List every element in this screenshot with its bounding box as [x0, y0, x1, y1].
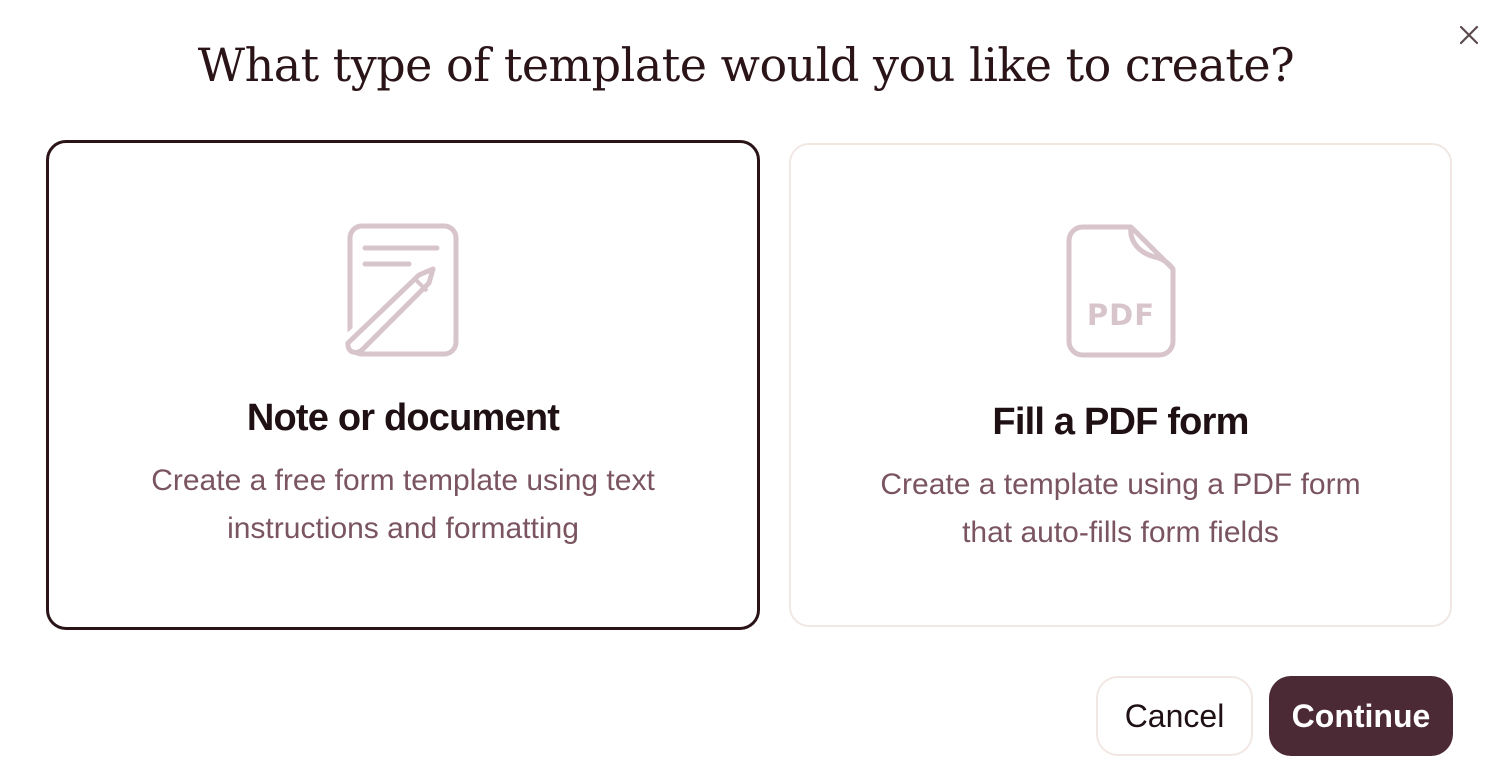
option-card-fill-pdf-form[interactable]: PDF Fill a PDF form Create a template us…: [789, 143, 1452, 627]
option-title: Fill a PDF form: [992, 401, 1249, 443]
continue-button[interactable]: Continue: [1269, 676, 1453, 756]
option-description: Create a free form template using text i…: [151, 464, 655, 545]
pdf-file-icon: PDF: [1065, 223, 1177, 366]
option-title: Note or document: [246, 397, 560, 439]
cancel-button[interactable]: Cancel: [1096, 676, 1253, 756]
svg-text:PDF: PDF: [1086, 298, 1154, 332]
document-pencil-icon: [345, 221, 461, 364]
option-card-note-or-document[interactable]: Note or document Create a free form temp…: [46, 140, 760, 630]
template-type-dialog: What type of template would you like to …: [0, 0, 1492, 770]
option-description: Create a template using a PDF form that …: [880, 468, 1361, 549]
dialog-title: What type of template would you like to …: [197, 38, 1295, 92]
